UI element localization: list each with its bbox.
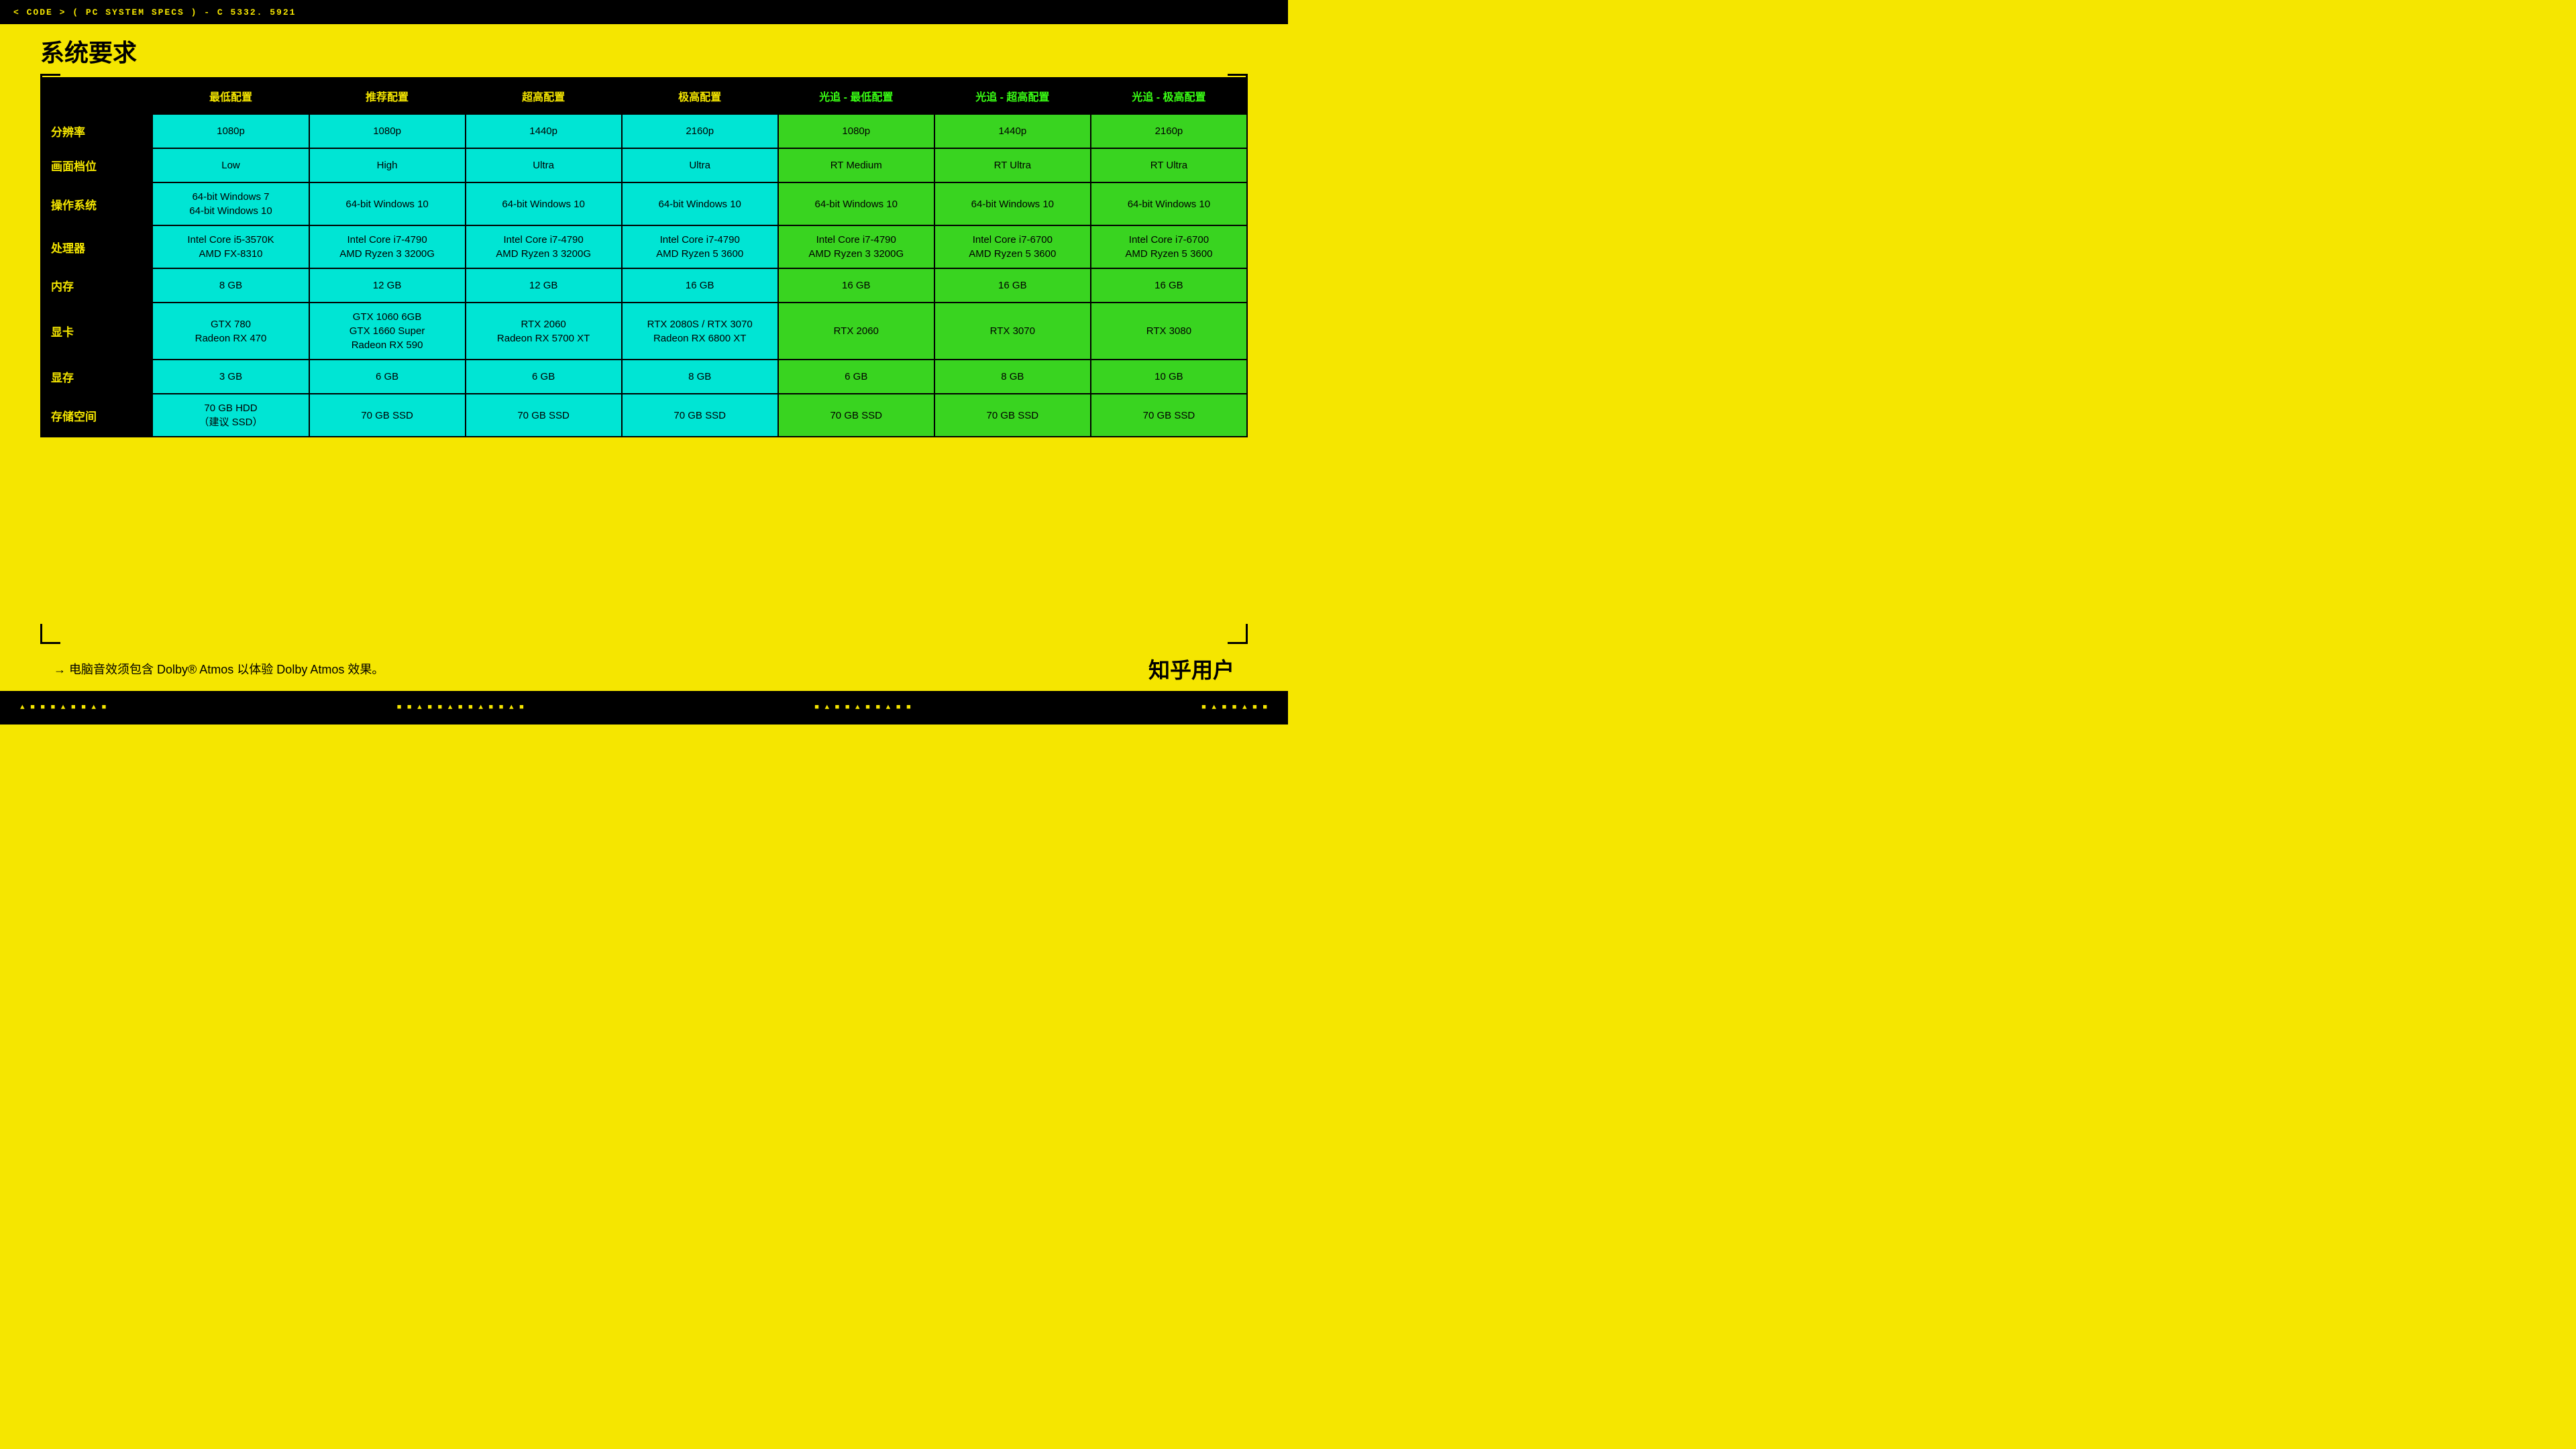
cell-0-6: 2160p [1091,114,1247,148]
cell-1-1: High [309,148,466,182]
cell-3-6: Intel Core i7-6700AMD Ryzen 5 3600 [1091,225,1247,268]
cell-4-6: 16 GB [1091,268,1247,303]
cell-0-1: 1080p [309,114,466,148]
cell-7-4: 70 GB SSD [778,394,934,437]
table-row: 存储空间70 GB HDD（建议 SSD）70 GB SSD70 GB SSD7… [41,394,1247,437]
header-extreme: 极高配置 [622,78,778,114]
header-rt-min: 光追 - 最低配置 [778,78,934,114]
cell-2-5: 64-bit Windows 10 [934,182,1091,225]
row-label-7: 存储空间 [41,394,152,437]
cell-3-0: Intel Core i5-3570KAMD FX-8310 [152,225,309,268]
bottom-bar-center1: ■ ■ ▲ ■ ■ ▲ ■ ■ ▲ ■ ■ ▲ ■ [397,704,525,712]
row-label-4: 内存 [41,268,152,303]
cell-7-5: 70 GB SSD [934,394,1091,437]
cell-6-2: 6 GB [466,360,622,394]
cell-7-3: 70 GB SSD [622,394,778,437]
cell-2-4: 64-bit Windows 10 [778,182,934,225]
table-row: 操作系统64-bit Windows 764-bit Windows 1064-… [41,182,1247,225]
cell-2-1: 64-bit Windows 10 [309,182,466,225]
cell-7-6: 70 GB SSD [1091,394,1247,437]
cell-7-1: 70 GB SSD [309,394,466,437]
bottom-bar: ▲ ■ ■ ■ ▲ ■ ■ ▲ ■ ■ ■ ▲ ■ ■ ▲ ■ ■ ▲ ■ ■ … [0,691,1288,724]
header-label [41,78,152,114]
cell-5-4: RTX 2060 [778,303,934,360]
table-row: 分辨率1080p1080p1440p2160p1080p1440p2160p [41,114,1247,148]
cell-0-4: 1080p [778,114,934,148]
header-ultra: 超高配置 [466,78,622,114]
cell-6-1: 6 GB [309,360,466,394]
cell-2-2: 64-bit Windows 10 [466,182,622,225]
cell-0-2: 1440p [466,114,622,148]
specs-table: 最低配置 推荐配置 超高配置 极高配置 光追 - 最低配置 光追 - 超高配置 … [40,77,1248,437]
bottom-bar-right: ■ ▲ ■ ■ ▲ ■ ■ [1201,704,1268,712]
cell-2-3: 64-bit Windows 10 [622,182,778,225]
cell-3-5: Intel Core i7-6700AMD Ryzen 5 3600 [934,225,1091,268]
row-label-5: 显卡 [41,303,152,360]
table-row: 显卡GTX 780Radeon RX 470GTX 1060 6GBGTX 16… [41,303,1247,360]
cell-4-2: 12 GB [466,268,622,303]
table-row: 画面档位LowHighUltraUltraRT MediumRT UltraRT… [41,148,1247,182]
header-rt-ultra: 光追 - 超高配置 [934,78,1091,114]
cell-4-4: 16 GB [778,268,934,303]
cell-4-1: 12 GB [309,268,466,303]
table-row: 处理器Intel Core i5-3570KAMD FX-8310Intel C… [41,225,1247,268]
cell-1-5: RT Ultra [934,148,1091,182]
row-label-0: 分辨率 [41,114,152,148]
table-header-row: 最低配置 推荐配置 超高配置 极高配置 光追 - 最低配置 光追 - 超高配置 … [41,78,1247,114]
row-label-6: 显存 [41,360,152,394]
cell-3-3: Intel Core i7-4790AMD Ryzen 5 3600 [622,225,778,268]
cell-3-4: Intel Core i7-4790AMD Ryzen 3 3200G [778,225,934,268]
cell-1-2: Ultra [466,148,622,182]
cell-5-3: RTX 2080S / RTX 3070Radeon RX 6800 XT [622,303,778,360]
cell-1-3: Ultra [622,148,778,182]
cell-6-0: 3 GB [152,360,309,394]
cell-6-4: 6 GB [778,360,934,394]
cell-6-5: 8 GB [934,360,1091,394]
cell-5-5: RTX 3070 [934,303,1091,360]
header-recommended: 推荐配置 [309,78,466,114]
cell-0-5: 1440p [934,114,1091,148]
table-row: 内存8 GB12 GB12 GB16 GB16 GB16 GB16 GB [41,268,1247,303]
cell-4-3: 16 GB [622,268,778,303]
cell-2-6: 64-bit Windows 10 [1091,182,1247,225]
bottom-bar-left: ▲ ■ ■ ■ ▲ ■ ■ ▲ ■ [20,704,107,712]
cell-5-1: GTX 1060 6GBGTX 1660 SuperRadeon RX 590 [309,303,466,360]
cell-5-2: RTX 2060Radeon RX 5700 XT [466,303,622,360]
header-minimum: 最低配置 [152,78,309,114]
cell-2-0: 64-bit Windows 764-bit Windows 10 [152,182,309,225]
cell-6-3: 8 GB [622,360,778,394]
row-label-2: 操作系统 [41,182,152,225]
top-bar: < CODE > ( PC SYSTEM SPECS ) - C 5332. 5… [0,0,1288,24]
row-label-3: 处理器 [41,225,152,268]
row-label-1: 画面档位 [41,148,152,182]
cell-4-5: 16 GB [934,268,1091,303]
cell-1-0: Low [152,148,309,182]
cell-7-0: 70 GB HDD（建议 SSD） [152,394,309,437]
cell-1-4: RT Medium [778,148,934,182]
cell-0-0: 1080p [152,114,309,148]
header-rt-extreme: 光追 - 极高配置 [1091,78,1247,114]
cell-5-0: GTX 780Radeon RX 470 [152,303,309,360]
top-bar-text: < CODE > ( PC SYSTEM SPECS ) - C 5332. 5… [13,7,296,17]
cell-0-3: 2160p [622,114,778,148]
cell-1-6: RT Ultra [1091,148,1247,182]
cell-3-2: Intel Core i7-4790AMD Ryzen 3 3200G [466,225,622,268]
footer-note: → 电脑音效须包含 Dolby® Atmos 以体验 Dolby Atmos 效… [54,660,384,678]
watermark: 知乎用户 [1148,653,1234,684]
cell-5-6: RTX 3080 [1091,303,1247,360]
table-row: 显存3 GB6 GB6 GB8 GB6 GB8 GB10 GB [41,360,1247,394]
cell-7-2: 70 GB SSD [466,394,622,437]
cell-4-0: 8 GB [152,268,309,303]
cell-6-6: 10 GB [1091,360,1247,394]
cell-3-1: Intel Core i7-4790AMD Ryzen 3 3200G [309,225,466,268]
page-title: 系统要求 [40,34,137,68]
bottom-bar-center2: ■ ▲ ■ ■ ▲ ■ ■ ▲ ■ ■ [814,704,911,712]
specs-table-container: 最低配置 推荐配置 超高配置 极高配置 光追 - 最低配置 光追 - 超高配置 … [40,77,1248,647]
